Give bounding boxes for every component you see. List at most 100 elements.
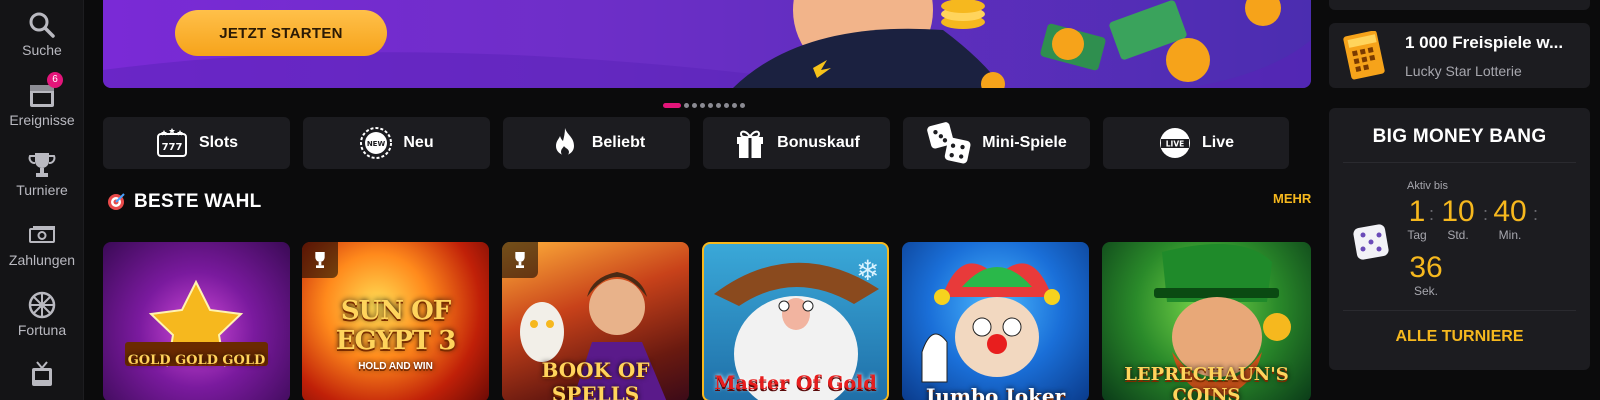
carousel-pagination — [663, 97, 748, 109]
seconds-unit: Sek. — [1413, 284, 1438, 298]
lottery-promo-card[interactable]: 1 000 Freispiele w... Lucky Star Lotteri… — [1329, 23, 1590, 88]
game-title: BOOK OF SPELLS — [541, 358, 650, 400]
svg-text:NEW: NEW — [367, 140, 386, 148]
nav-item-fortuna[interactable]: Fortuna — [0, 290, 84, 338]
game-tile-jumbo-joker[interactable]: Jumbo Joker — [902, 242, 1089, 400]
carousel-dot-active[interactable] — [663, 103, 681, 109]
nav-item-tv[interactable] — [0, 360, 84, 390]
game-subtitle: HOLD AND WIN — [358, 361, 433, 372]
game-tile-sun-of-egypt-3[interactable]: SUN OF EGYPT 3 HOLD AND WIN — [302, 242, 489, 400]
game-tile-book-of-spells[interactable]: BOOK OF SPELLS — [502, 242, 689, 400]
category-slots[interactable]: 777 Slots — [103, 117, 290, 169]
category-new[interactable]: NEW Neu — [303, 117, 490, 169]
svg-text:LIVE: LIVE — [1166, 140, 1185, 149]
cash-icon — [29, 226, 55, 243]
seconds-value: 36 — [1409, 251, 1443, 284]
tournament-trophy-badge — [302, 242, 338, 278]
flame-icon — [555, 128, 574, 156]
nav-label: Zahlungen — [8, 252, 76, 268]
category-mini-games[interactable]: Mini-Spiele — [903, 117, 1090, 169]
wheel-icon — [28, 291, 56, 319]
hours-unit: Std. — [1447, 228, 1469, 242]
hero-banner[interactable]: JETZT STARTEN — [103, 0, 1311, 88]
game-title: GOLD GOLD GOLD — [127, 353, 266, 368]
carousel-dot[interactable] — [740, 103, 745, 109]
carousel-dot[interactable] — [716, 103, 721, 109]
search-icon — [29, 12, 55, 38]
carousel-dot[interactable] — [708, 103, 713, 109]
countdown-days: 1 Tag — [1407, 195, 1427, 243]
game-tile-leprechauns-coins[interactable]: LEPRECHAUN'S COINS — [1102, 242, 1311, 400]
category-label: Beliebt — [591, 134, 646, 151]
carousel-dot[interactable] — [692, 103, 697, 109]
nav-label: Ereignisse — [9, 112, 75, 128]
countdown-minutes: 40 Min. — [1489, 195, 1531, 243]
events-count-badge: 6 — [47, 72, 63, 88]
game-title: Master Of Gold — [714, 372, 877, 394]
category-label: Mini-Spiele — [982, 134, 1067, 151]
nav-label: Suche — [22, 42, 62, 58]
days-unit: Tag — [1407, 228, 1427, 242]
casino-page: Suche 6 Ereignisse Turniere Zahlungen Fo… — [0, 0, 1600, 400]
joker-art — [921, 263, 1060, 383]
target-icon — [108, 193, 125, 210]
separator: : — [1483, 204, 1489, 224]
days-value: 1 — [1408, 195, 1426, 228]
all-tournaments-link[interactable]: ALLE TURNIERE — [1329, 328, 1590, 346]
separator: : — [1533, 204, 1539, 224]
carousel-dot[interactable] — [684, 103, 689, 109]
promo-subtitle: Lucky Star Lotterie — [1405, 63, 1522, 79]
carousel-dot[interactable] — [732, 103, 737, 109]
game-title: SUN OF EGYPT 3 — [335, 296, 457, 356]
minutes-value: 40 — [1493, 195, 1527, 228]
separator: : — [1429, 204, 1435, 224]
live-icon: LIVE — [1159, 128, 1190, 158]
category-bonus-buy[interactable]: Bonuskauf — [703, 117, 890, 169]
category-label: Neu — [403, 134, 434, 151]
nav-item-events[interactable]: 6 Ereignisse — [0, 72, 84, 128]
game-tile-gold-gold-gold[interactable]: GOLD GOLD GOLD — [103, 242, 290, 400]
dice-icon — [927, 122, 971, 164]
new-badge-icon: NEW — [360, 127, 393, 159]
carousel-dot[interactable] — [700, 103, 705, 109]
category-bar: 777 Slots NEW Neu Beliebt Bonuskauf Mini… — [103, 117, 1311, 169]
divider — [1343, 310, 1576, 311]
countdown-hours: 10 Std. — [1437, 195, 1479, 243]
gold-star-art — [125, 279, 268, 367]
tournament-title: BIG MONEY BANG — [1372, 126, 1547, 147]
category-label: Live — [1201, 134, 1234, 151]
section-title: BESTE WAHL — [134, 191, 262, 212]
trophy-icon — [28, 153, 56, 177]
more-link[interactable]: MEHR — [1273, 191, 1311, 206]
svg-text:❄: ❄ — [856, 254, 879, 287]
category-label: Slots — [198, 134, 239, 151]
hours-value: 10 — [1441, 195, 1475, 228]
tournament-card: BIG MONEY BANG Aktiv bis 1 Tag : 10 Std.… — [1329, 108, 1590, 370]
countdown-seconds: 36 Sek. — [1405, 251, 1447, 299]
game-tile-master-of-gold[interactable]: ❄ Master Of Gold — [702, 242, 889, 400]
category-popular[interactable]: Beliebt — [503, 117, 690, 169]
left-sidebar: Suche 6 Ereignisse Turniere Zahlungen Fo… — [0, 0, 84, 400]
game-title: LEPRECHAUN'S COINS — [1124, 364, 1289, 400]
nav-item-search[interactable]: Suche — [0, 10, 84, 58]
category-label: Bonuskauf — [777, 134, 860, 151]
tournament-trophy-badge — [502, 242, 538, 278]
active-until-label: Aktiv bis — [1407, 180, 1448, 192]
minutes-unit: Min. — [1498, 228, 1522, 242]
nav-label: Fortuna — [17, 322, 67, 338]
nav-item-payments[interactable]: Zahlungen — [0, 220, 84, 268]
divider — [1343, 162, 1576, 163]
game-title: Jumbo Joker — [925, 384, 1066, 400]
tv-icon — [32, 361, 52, 386]
nav-item-tournaments[interactable]: Turniere — [0, 150, 84, 198]
slots-777-icon: 777 — [156, 128, 187, 157]
promo-title: 1 000 Freispiele w... — [1405, 33, 1564, 52]
carousel-dot[interactable] — [724, 103, 729, 109]
lottery-ticket-icon — [1343, 31, 1385, 80]
right-panel-top — [1329, 0, 1590, 10]
start-now-button[interactable]: JETZT STARTEN — [175, 10, 387, 56]
trophy-icon — [515, 252, 525, 268]
category-live[interactable]: LIVE Live — [1103, 117, 1289, 169]
section-heading: BESTE WAHL — [106, 191, 262, 213]
svg-text:777: 777 — [162, 142, 183, 153]
